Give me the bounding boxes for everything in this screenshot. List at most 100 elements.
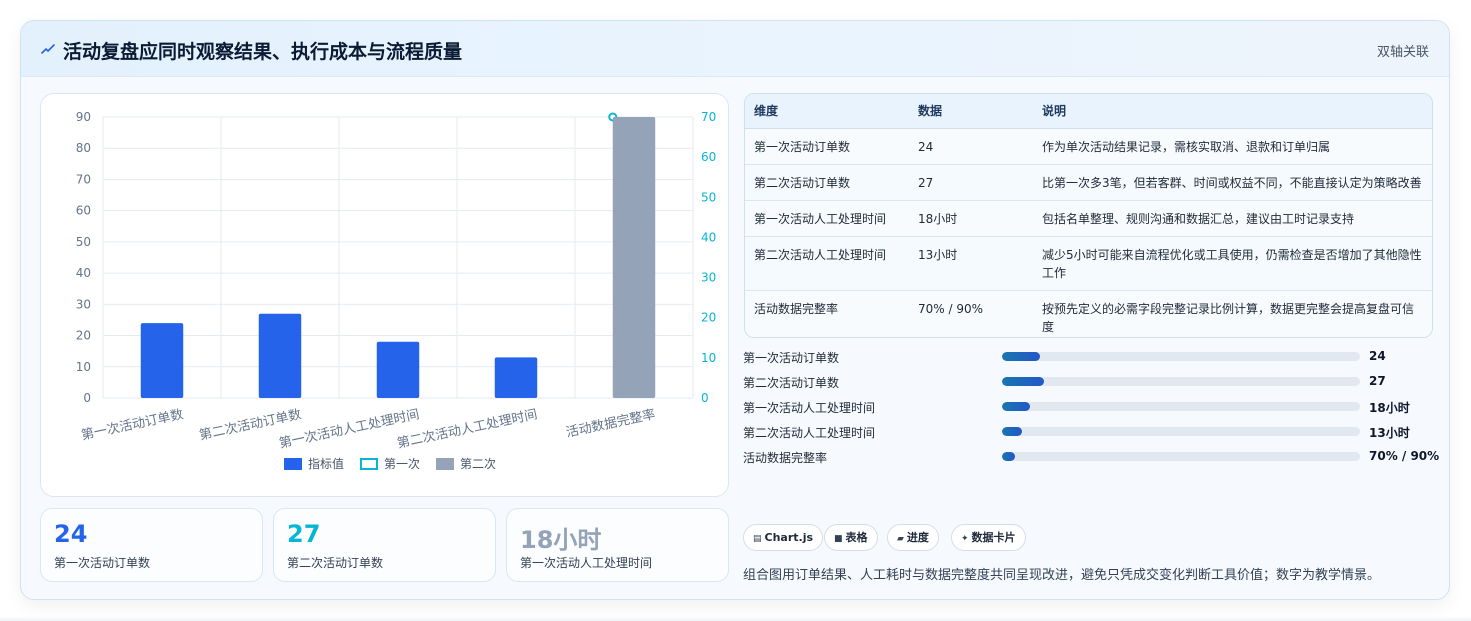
progress-label: 第二次活动人工处理时间	[743, 426, 876, 440]
legend-label: 第一次	[384, 457, 420, 471]
metrics-table: 维度 数据 说明 第一次活动订单数 24 作为单次活动结果记录，需核实取消、退款…	[745, 94, 1432, 337]
progress-row: 第二次活动订单数 27	[743, 372, 1433, 392]
progress-fill	[1002, 452, 1015, 461]
footer-note: 组合图用订单结果、人工耗时与数据完整度共同呈现改进，避免只凭成交变化判断工具价值…	[743, 568, 1381, 583]
table-cell-dimension: 第一次活动人工处理时间	[745, 200, 909, 237]
trend-line-icon	[41, 44, 55, 54]
y-left-tick-label: 60	[76, 204, 91, 218]
table-cell-description: 减少5小时可能来自流程优化或工具使用，仍需检查是否增加了其他隐性工作	[1033, 236, 1432, 291]
chip-label: Chart.js	[764, 531, 814, 544]
kpi-label: 第二次活动订单数	[287, 556, 384, 570]
bar	[612, 117, 656, 398]
y-right-tick-label: 50	[701, 190, 716, 204]
legend-swatch	[284, 458, 302, 470]
card-icon: ✦	[961, 534, 969, 544]
table-cell-description: 作为单次活动结果记录，需核实取消、退款和订单归属	[1033, 128, 1432, 165]
table-row: 第二次活动订单数 27 比第一次多3笔，但若客群、时间或权益不同，不能直接认定为…	[745, 164, 1432, 201]
table-cell-dimension: 第二次活动人工处理时间	[745, 236, 909, 291]
legend-swatch	[360, 458, 379, 470]
legend-swatch	[436, 458, 455, 470]
progress-label: 第一次活动人工处理时间	[743, 401, 876, 415]
legend-label: 指标值	[308, 456, 344, 471]
progress-label: 第二次活动订单数	[743, 376, 840, 390]
table-header-data: 数据	[909, 94, 1033, 129]
table-row: 第二次活动人工处理时间 13小时 减少5小时可能来自流程优化或工具使用，仍需检查…	[745, 236, 1432, 291]
x-tick-label: 第一次活动订单数	[80, 406, 185, 443]
kpi-card: 27 第二次活动订单数	[273, 508, 496, 582]
chip-data-card[interactable]: ✦ 数据卡片	[951, 524, 1026, 551]
metrics-table-container: 维度 数据 说明 第一次活动订单数 24 作为单次活动结果记录，需核实取消、退款…	[744, 93, 1433, 338]
table-cell-data: 24	[909, 128, 1033, 165]
kpi-label: 第一次活动人工处理时间	[520, 556, 653, 570]
progress-list: 第一次活动订单数 24 第二次活动订单数 27 第一次活动人工处理时间 18小时…	[743, 347, 1439, 472]
table-cell-dimension: 第一次活动订单数	[745, 128, 909, 165]
table-cell-description: 包括名单整理、规则沟通和数据汇总，建议由工时记录支持	[1033, 200, 1432, 237]
bar	[140, 323, 184, 398]
progress-label: 第一次活动订单数	[743, 351, 840, 365]
combo-chart[interactable]: 0 10 20 30 40 50 60 70 80 90 0 10 20 30 40 50 60 70 第一次活动订…	[41, 94, 730, 498]
table-cell-data: 18小时	[909, 200, 1033, 237]
progress-fill	[1002, 377, 1045, 386]
y-left-tick-label: 20	[76, 329, 91, 343]
chip-chart-js[interactable]: ▤ Chart.js	[743, 524, 824, 551]
progress-fill	[1002, 352, 1040, 361]
progress-fill	[1002, 427, 1023, 436]
chip-progress[interactable]: ▰ 进度	[887, 524, 939, 551]
header-tag: 双轴关联	[1376, 45, 1429, 60]
table-cell-dimension: 活动数据完整率	[745, 290, 909, 337]
y-right-tick-label: 10	[701, 351, 716, 365]
chip-label: 进度	[906, 531, 929, 544]
progress-row: 第二次活动人工处理时间 13小时	[743, 422, 1433, 442]
chip-label: 数据卡片	[971, 531, 1016, 544]
progress-value: 13小时	[1369, 426, 1410, 440]
progress-fill	[1002, 402, 1031, 411]
card-header: 活动复盘应同时观察结果、执行成本与流程质量 双轴关联	[21, 21, 1449, 77]
progress-row: 第一次活动订单数 24	[743, 347, 1433, 367]
chip-table[interactable]: ■ 表格	[824, 524, 878, 551]
table-cell-data: 27	[909, 164, 1033, 201]
progress-track	[1002, 402, 1360, 411]
progress-track	[1002, 377, 1360, 386]
progress-row: 第一次活动人工处理时间 18小时	[743, 397, 1433, 417]
progress-track	[1002, 427, 1360, 436]
y-left-tick-label: 40	[76, 266, 91, 280]
y-right-tick-label: 0	[701, 391, 709, 405]
table-header-row: 维度 数据 说明	[745, 94, 1432, 129]
kpi-card: 24 第一次活动订单数	[40, 508, 263, 582]
y-left-tick-label: 0	[83, 391, 91, 405]
y-right-tick-label: 40	[701, 230, 716, 244]
bar	[494, 357, 538, 398]
table-header-dimension: 维度	[745, 94, 909, 129]
progress-track	[1002, 452, 1360, 461]
y-left-tick-label: 80	[76, 141, 91, 155]
kpi-value: 27	[287, 520, 321, 548]
x-tick-label: 活动数据完整率	[564, 406, 656, 441]
table-cell-data: 70% / 90%	[909, 290, 1033, 337]
progress-value: 24	[1369, 349, 1386, 363]
y-right-tick-label: 60	[701, 150, 716, 164]
y-left-tick-label: 10	[76, 360, 91, 374]
table-cell-description: 按预先定义的必需字段完整记录比例计算，数据更完整会提高复盘可信度	[1033, 290, 1432, 337]
table-icon: ■	[834, 534, 843, 544]
kpi-label: 第一次活动订单数	[54, 556, 151, 570]
y-left-tick-label: 30	[76, 297, 91, 311]
y-right-tick-label: 30	[701, 271, 716, 285]
table-cell-dimension: 第二次活动订单数	[745, 164, 909, 201]
page-bottom-shade	[0, 617, 1471, 621]
progress-row: 活动数据完整率 70% / 90%	[743, 447, 1439, 467]
kpi-value: 24	[54, 520, 88, 548]
y-left-tick-label: 90	[76, 110, 91, 124]
progress-track	[1002, 352, 1360, 361]
dashboard-card: 活动复盘应同时观察结果、执行成本与流程质量 双轴关联 0 10 20 30 40 50 60…	[20, 20, 1450, 600]
table-cell-data: 13小时	[909, 236, 1033, 291]
progress-value: 70% / 90%	[1369, 449, 1440, 463]
chart-icon: ▤	[753, 534, 762, 544]
y-left-tick-label: 70	[76, 172, 91, 186]
bar	[376, 341, 420, 398]
page: 活动复盘应同时观察结果、执行成本与流程质量 双轴关联 0 10 20 30 40 50 60…	[0, 0, 1471, 621]
progress-value: 27	[1369, 374, 1386, 388]
table-row: 活动数据完整率 70% / 90% 按预先定义的必需字段完整记录比例计算，数据更…	[745, 290, 1432, 337]
kpi-value: 18小时	[520, 526, 602, 554]
kpi-card: 18小时 第一次活动人工处理时间	[506, 508, 729, 582]
legend-label: 第二次	[460, 457, 496, 471]
